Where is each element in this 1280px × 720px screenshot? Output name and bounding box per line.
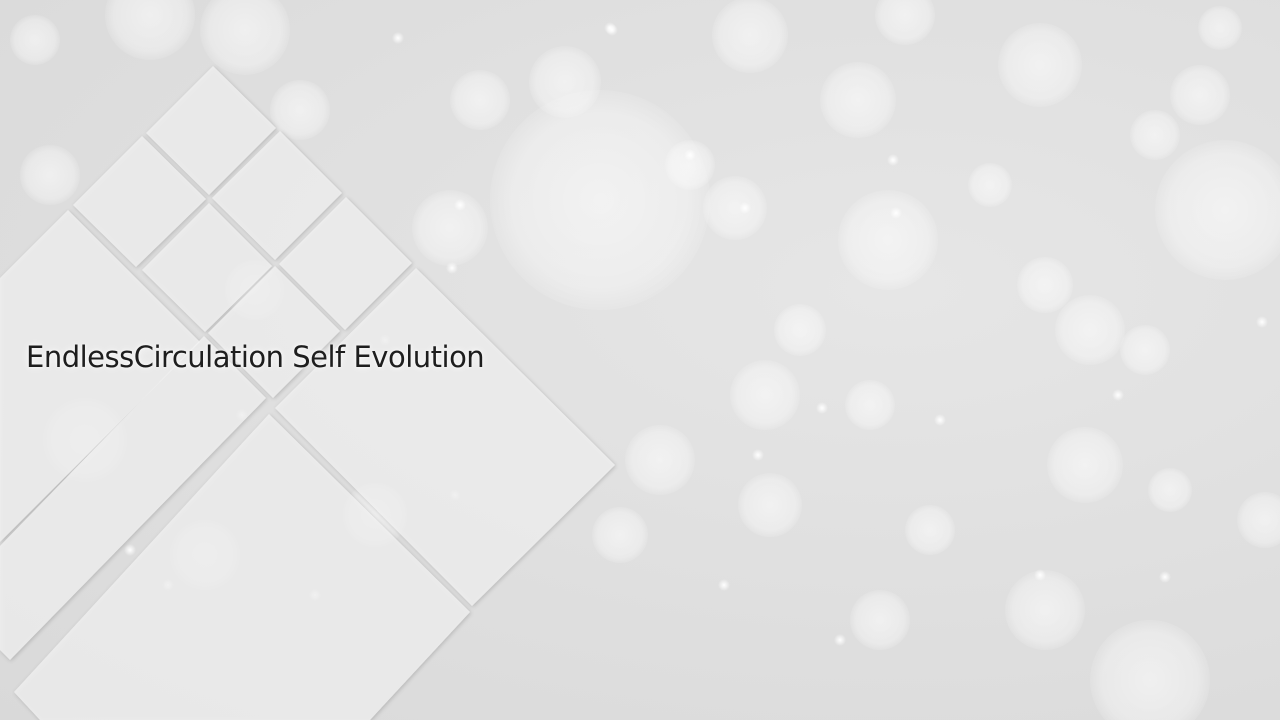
slide-canvas: EndlessCirculation Self Evolution [0, 0, 1280, 720]
slide-headline: EndlessCirculation Self Evolution [26, 340, 485, 374]
